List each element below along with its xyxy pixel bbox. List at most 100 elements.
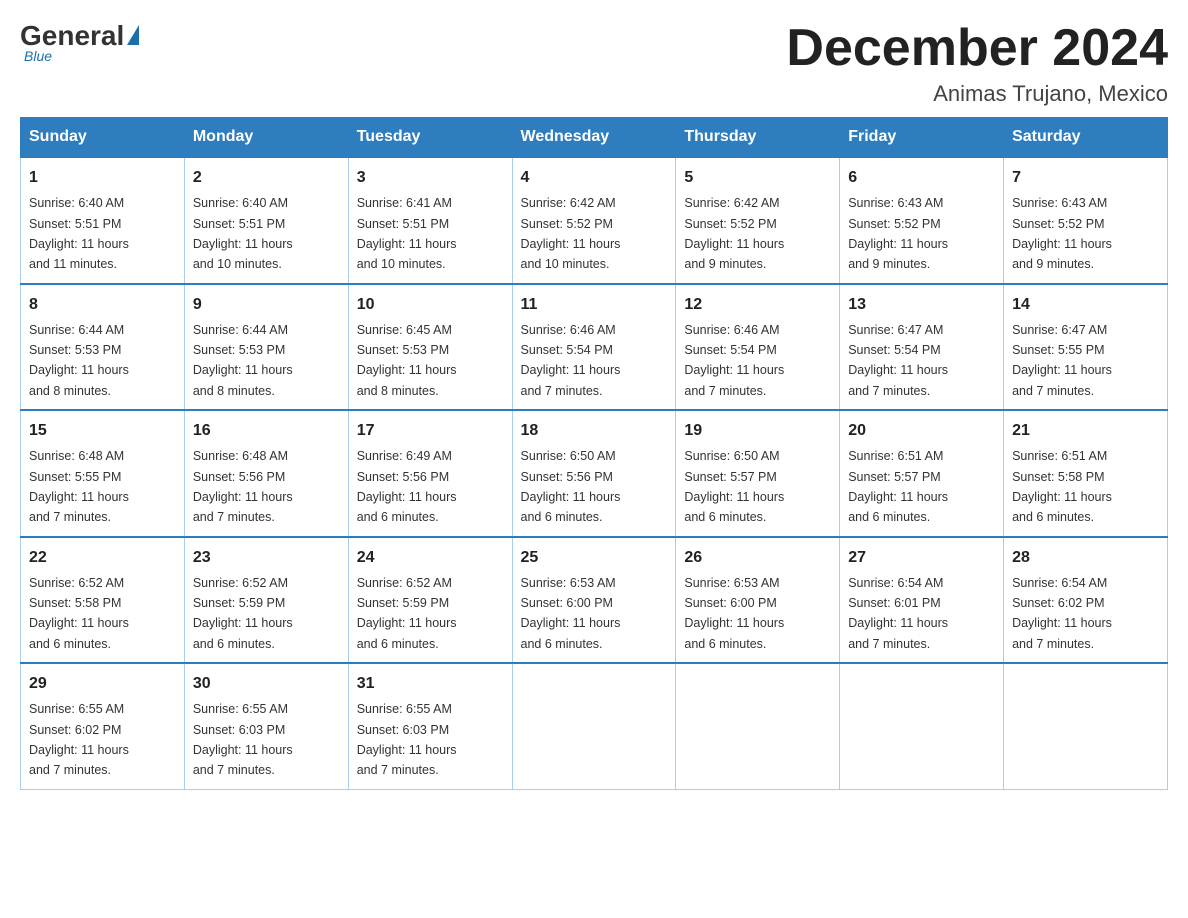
day-number: 23 <box>193 546 340 570</box>
day-number: 15 <box>29 419 176 443</box>
day-number: 17 <box>357 419 504 443</box>
calendar-cell: 8 Sunrise: 6:44 AMSunset: 5:53 PMDayligh… <box>21 284 185 411</box>
day-info: Sunrise: 6:40 AMSunset: 5:51 PMDaylight:… <box>193 196 293 271</box>
day-header-saturday: Saturday <box>1004 118 1168 158</box>
day-info: Sunrise: 6:50 AMSunset: 5:57 PMDaylight:… <box>684 449 784 524</box>
day-info: Sunrise: 6:44 AMSunset: 5:53 PMDaylight:… <box>193 323 293 398</box>
day-header-thursday: Thursday <box>676 118 840 158</box>
week-row-4: 22 Sunrise: 6:52 AMSunset: 5:58 PMDaylig… <box>21 537 1168 664</box>
page-header: General Blue December 2024 Animas Trujan… <box>20 20 1168 107</box>
calendar-cell: 3 Sunrise: 6:41 AMSunset: 5:51 PMDayligh… <box>348 157 512 284</box>
day-number: 6 <box>848 166 995 190</box>
day-info: Sunrise: 6:55 AMSunset: 6:03 PMDaylight:… <box>193 702 293 777</box>
calendar-header-row: SundayMondayTuesdayWednesdayThursdayFrid… <box>21 118 1168 158</box>
day-info: Sunrise: 6:47 AMSunset: 5:55 PMDaylight:… <box>1012 323 1112 398</box>
day-header-wednesday: Wednesday <box>512 118 676 158</box>
day-info: Sunrise: 6:52 AMSunset: 5:59 PMDaylight:… <box>357 576 457 651</box>
day-number: 14 <box>1012 293 1159 317</box>
calendar-cell <box>512 663 676 789</box>
week-row-5: 29 Sunrise: 6:55 AMSunset: 6:02 PMDaylig… <box>21 663 1168 789</box>
calendar-cell: 17 Sunrise: 6:49 AMSunset: 5:56 PMDaylig… <box>348 410 512 537</box>
calendar-cell: 20 Sunrise: 6:51 AMSunset: 5:57 PMDaylig… <box>840 410 1004 537</box>
day-header-monday: Monday <box>184 118 348 158</box>
calendar-cell <box>1004 663 1168 789</box>
calendar-cell: 24 Sunrise: 6:52 AMSunset: 5:59 PMDaylig… <box>348 537 512 664</box>
calendar-cell: 26 Sunrise: 6:53 AMSunset: 6:00 PMDaylig… <box>676 537 840 664</box>
calendar-cell: 16 Sunrise: 6:48 AMSunset: 5:56 PMDaylig… <box>184 410 348 537</box>
day-info: Sunrise: 6:55 AMSunset: 6:02 PMDaylight:… <box>29 702 129 777</box>
calendar-cell: 23 Sunrise: 6:52 AMSunset: 5:59 PMDaylig… <box>184 537 348 664</box>
day-number: 28 <box>1012 546 1159 570</box>
calendar-cell: 29 Sunrise: 6:55 AMSunset: 6:02 PMDaylig… <box>21 663 185 789</box>
day-number: 29 <box>29 672 176 696</box>
calendar-cell: 21 Sunrise: 6:51 AMSunset: 5:58 PMDaylig… <box>1004 410 1168 537</box>
day-info: Sunrise: 6:50 AMSunset: 5:56 PMDaylight:… <box>521 449 621 524</box>
day-info: Sunrise: 6:48 AMSunset: 5:56 PMDaylight:… <box>193 449 293 524</box>
day-header-sunday: Sunday <box>21 118 185 158</box>
day-info: Sunrise: 6:52 AMSunset: 5:58 PMDaylight:… <box>29 576 129 651</box>
day-info: Sunrise: 6:53 AMSunset: 6:00 PMDaylight:… <box>684 576 784 651</box>
day-header-tuesday: Tuesday <box>348 118 512 158</box>
title-block: December 2024 Animas Trujano, Mexico <box>786 20 1168 107</box>
day-number: 19 <box>684 419 831 443</box>
calendar-cell <box>676 663 840 789</box>
calendar-cell: 18 Sunrise: 6:50 AMSunset: 5:56 PMDaylig… <box>512 410 676 537</box>
day-number: 18 <box>521 419 668 443</box>
day-info: Sunrise: 6:43 AMSunset: 5:52 PMDaylight:… <box>848 196 948 271</box>
week-row-2: 8 Sunrise: 6:44 AMSunset: 5:53 PMDayligh… <box>21 284 1168 411</box>
day-info: Sunrise: 6:45 AMSunset: 5:53 PMDaylight:… <box>357 323 457 398</box>
week-row-3: 15 Sunrise: 6:48 AMSunset: 5:55 PMDaylig… <box>21 410 1168 537</box>
day-number: 30 <box>193 672 340 696</box>
day-number: 24 <box>357 546 504 570</box>
day-number: 3 <box>357 166 504 190</box>
calendar-cell <box>840 663 1004 789</box>
day-info: Sunrise: 6:51 AMSunset: 5:58 PMDaylight:… <box>1012 449 1112 524</box>
day-info: Sunrise: 6:41 AMSunset: 5:51 PMDaylight:… <box>357 196 457 271</box>
calendar-cell: 12 Sunrise: 6:46 AMSunset: 5:54 PMDaylig… <box>676 284 840 411</box>
day-info: Sunrise: 6:47 AMSunset: 5:54 PMDaylight:… <box>848 323 948 398</box>
day-number: 13 <box>848 293 995 317</box>
calendar-cell: 19 Sunrise: 6:50 AMSunset: 5:57 PMDaylig… <box>676 410 840 537</box>
calendar-cell: 31 Sunrise: 6:55 AMSunset: 6:03 PMDaylig… <box>348 663 512 789</box>
calendar-cell: 27 Sunrise: 6:54 AMSunset: 6:01 PMDaylig… <box>840 537 1004 664</box>
location-title: Animas Trujano, Mexico <box>786 81 1168 107</box>
day-number: 21 <box>1012 419 1159 443</box>
day-info: Sunrise: 6:43 AMSunset: 5:52 PMDaylight:… <box>1012 196 1112 271</box>
day-number: 10 <box>357 293 504 317</box>
day-number: 27 <box>848 546 995 570</box>
day-info: Sunrise: 6:55 AMSunset: 6:03 PMDaylight:… <box>357 702 457 777</box>
logo-blue-text: Blue <box>24 48 52 64</box>
calendar-cell: 4 Sunrise: 6:42 AMSunset: 5:52 PMDayligh… <box>512 157 676 284</box>
day-header-friday: Friday <box>840 118 1004 158</box>
logo-triangle-icon <box>127 25 139 45</box>
calendar-table: SundayMondayTuesdayWednesdayThursdayFrid… <box>20 117 1168 790</box>
day-number: 31 <box>357 672 504 696</box>
day-number: 1 <box>29 166 176 190</box>
day-number: 11 <box>521 293 668 317</box>
calendar-cell: 25 Sunrise: 6:53 AMSunset: 6:00 PMDaylig… <box>512 537 676 664</box>
calendar-cell: 22 Sunrise: 6:52 AMSunset: 5:58 PMDaylig… <box>21 537 185 664</box>
calendar-cell: 28 Sunrise: 6:54 AMSunset: 6:02 PMDaylig… <box>1004 537 1168 664</box>
day-info: Sunrise: 6:40 AMSunset: 5:51 PMDaylight:… <box>29 196 129 271</box>
day-info: Sunrise: 6:42 AMSunset: 5:52 PMDaylight:… <box>684 196 784 271</box>
day-info: Sunrise: 6:46 AMSunset: 5:54 PMDaylight:… <box>684 323 784 398</box>
day-info: Sunrise: 6:49 AMSunset: 5:56 PMDaylight:… <box>357 449 457 524</box>
day-number: 25 <box>521 546 668 570</box>
day-info: Sunrise: 6:48 AMSunset: 5:55 PMDaylight:… <box>29 449 129 524</box>
calendar-cell: 13 Sunrise: 6:47 AMSunset: 5:54 PMDaylig… <box>840 284 1004 411</box>
day-info: Sunrise: 6:54 AMSunset: 6:01 PMDaylight:… <box>848 576 948 651</box>
day-number: 8 <box>29 293 176 317</box>
month-title: December 2024 <box>786 20 1168 77</box>
calendar-cell: 11 Sunrise: 6:46 AMSunset: 5:54 PMDaylig… <box>512 284 676 411</box>
day-info: Sunrise: 6:54 AMSunset: 6:02 PMDaylight:… <box>1012 576 1112 651</box>
calendar-cell: 15 Sunrise: 6:48 AMSunset: 5:55 PMDaylig… <box>21 410 185 537</box>
day-info: Sunrise: 6:52 AMSunset: 5:59 PMDaylight:… <box>193 576 293 651</box>
day-number: 7 <box>1012 166 1159 190</box>
calendar-cell: 10 Sunrise: 6:45 AMSunset: 5:53 PMDaylig… <box>348 284 512 411</box>
day-info: Sunrise: 6:53 AMSunset: 6:00 PMDaylight:… <box>521 576 621 651</box>
calendar-cell: 30 Sunrise: 6:55 AMSunset: 6:03 PMDaylig… <box>184 663 348 789</box>
day-number: 12 <box>684 293 831 317</box>
calendar-cell: 2 Sunrise: 6:40 AMSunset: 5:51 PMDayligh… <box>184 157 348 284</box>
calendar-cell: 6 Sunrise: 6:43 AMSunset: 5:52 PMDayligh… <box>840 157 1004 284</box>
day-number: 4 <box>521 166 668 190</box>
